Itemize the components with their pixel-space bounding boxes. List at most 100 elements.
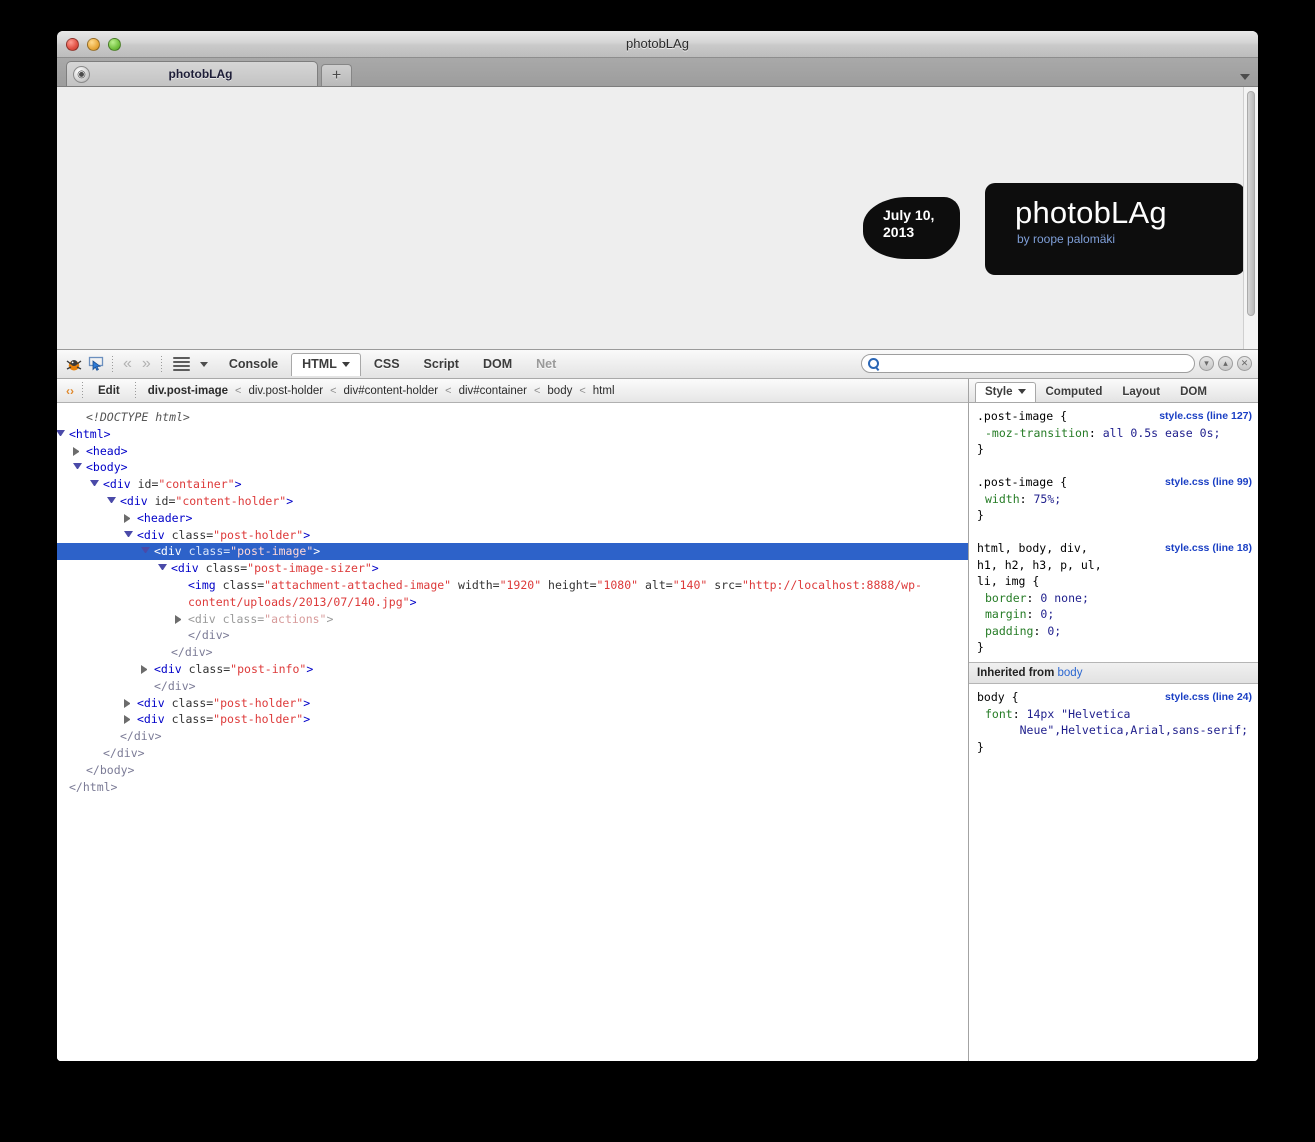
tab-script[interactable]: Script [413, 353, 470, 375]
dom-node-text: id= [154, 493, 176, 508]
search-input[interactable] [883, 356, 1188, 371]
css-declaration[interactable]: width: 75%; [977, 491, 1252, 508]
expand-triangle-closed-icon[interactable] [175, 614, 184, 624]
tab-net[interactable]: Net [525, 353, 567, 375]
expand-triangle-open-icon[interactable] [158, 564, 167, 573]
expand-triangle-closed-icon[interactable] [141, 664, 150, 674]
dom-node[interactable]: </div> [57, 627, 968, 644]
css-declaration[interactable]: border: 0 none; [977, 590, 1252, 607]
page-scrollbar-thumb[interactable] [1247, 91, 1255, 316]
find-next-icon[interactable]: ▾ [1199, 356, 1214, 371]
new-tab-button[interactable]: + [321, 64, 352, 86]
expand-triangle-open-icon[interactable] [73, 463, 82, 472]
css-declaration[interactable]: font: 14px "Helvetica Neue",Helvetica,Ar… [977, 706, 1252, 739]
dom-node[interactable]: <div class="post-holder"> [57, 711, 968, 728]
dom-node[interactable]: <div class="actions"> [57, 611, 968, 628]
dom-node[interactable]: </body> [57, 762, 968, 779]
css-source-link[interactable]: style.css (line 18) [1165, 540, 1252, 557]
breadcrumb-item-3[interactable]: div#container [452, 385, 534, 397]
dom-node[interactable]: <div id="content-holder"> [57, 493, 968, 510]
edit-button[interactable]: Edit [88, 385, 130, 397]
breadcrumb-item-0[interactable]: div.post-image [141, 385, 235, 397]
css-source-link[interactable]: style.css (line 24) [1165, 689, 1252, 706]
dom-node-text: </body> [86, 762, 135, 777]
globe-icon: ◉ [73, 65, 90, 83]
dom-node[interactable]: <div class="post-image-sizer"> [57, 560, 968, 577]
dom-node-text: <html> [69, 426, 111, 441]
code-brackets-icon[interactable]: ‹› [63, 384, 77, 398]
find-previous-icon[interactable]: ▴ [1218, 356, 1233, 371]
breadcrumb-item-2[interactable]: div#content-holder [337, 385, 446, 397]
dom-node[interactable]: <head> [57, 443, 968, 460]
dom-node-text: </div> [188, 628, 230, 643]
css-declaration[interactable]: margin: 0; [977, 606, 1252, 623]
page-scrollbar[interactable] [1243, 87, 1258, 349]
dom-node[interactable]: <img class="attachment-attached-image" w… [57, 577, 968, 611]
tab-css[interactable]: CSS [363, 353, 411, 375]
dom-node[interactable]: <div class="post-info"> [57, 661, 968, 678]
expand-triangle-closed-icon[interactable] [124, 698, 133, 708]
inherited-from-source[interactable]: body [1058, 667, 1083, 679]
dom-node[interactable]: <header> [57, 510, 968, 527]
tab-computed[interactable]: Computed [1036, 382, 1113, 402]
expand-triangle-closed-icon[interactable] [73, 446, 82, 456]
dom-node[interactable]: </html> [57, 779, 968, 796]
firebug-bug-icon[interactable] [63, 354, 85, 375]
clear-search-icon[interactable]: ✕ [1237, 356, 1252, 371]
css-declaration[interactable]: padding: 0; [977, 623, 1252, 640]
chevron-down-icon[interactable] [1240, 74, 1250, 80]
inspect-element-icon[interactable] [85, 354, 107, 375]
dom-node[interactable]: </div> [57, 728, 968, 745]
expand-triangle-open-icon[interactable] [57, 429, 65, 439]
expand-triangle-open-icon[interactable] [141, 547, 150, 556]
search-field[interactable] [861, 354, 1195, 373]
back-arrow-icon[interactable]: « [118, 356, 137, 372]
tab-dom-side[interactable]: DOM [1170, 382, 1217, 402]
dom-node[interactable]: <div id="container"> [57, 476, 968, 493]
css-declaration[interactable]: -moz-transition: all 0.5s ease 0s; [977, 425, 1252, 442]
css-rule-close-brace: } [977, 508, 984, 522]
dom-node[interactable]: </div> [57, 678, 968, 695]
css-rules-list[interactable]: .post-image {style.css (line 127) -moz-tr… [969, 403, 1258, 1061]
dom-node[interactable]: <div class="post-image"> [57, 543, 968, 561]
css-rule[interactable]: html, body, div, h1, h2, h3, p, ul, li, … [969, 540, 1258, 656]
firebug-body: ‹› Edit div.post-image < div.post-holder < d… [57, 379, 1258, 1061]
panel-menu-icon[interactable] [167, 357, 196, 371]
tab-style[interactable]: Style [975, 382, 1036, 402]
css-source-link[interactable]: style.css (line 127) [1159, 408, 1252, 425]
breadcrumb-item-4[interactable]: body [540, 385, 579, 397]
expand-triangle-open-icon[interactable] [107, 496, 116, 506]
options-caret-icon[interactable] [199, 361, 208, 367]
css-rule[interactable]: body {style.css (line 24) font: 14px "Hel… [969, 689, 1258, 755]
dom-tree[interactable]: <!DOCTYPE html> <html> <head> <body> <div id… [57, 403, 968, 1061]
style-side-panel: Style Computed Layout DOM .post-image {s… [969, 379, 1258, 1061]
expand-triangle-open-icon[interactable] [124, 530, 133, 540]
dom-node-text: id= [137, 477, 159, 492]
tab-dom[interactable]: DOM [472, 353, 523, 375]
desktop-background: photobLAg ◉ photobLAg + July 10, 2013 ph… [0, 0, 1315, 1142]
browser-tab[interactable]: ◉ photobLAg [66, 61, 318, 86]
dom-node[interactable]: </div> [57, 745, 968, 762]
css-rule[interactable]: .post-image {style.css (line 127) -moz-tr… [969, 408, 1258, 458]
dom-node[interactable]: <!DOCTYPE html> [57, 409, 968, 426]
css-rule[interactable]: .post-image {style.css (line 99) width: 7… [969, 474, 1258, 524]
expand-triangle-open-icon[interactable] [90, 480, 99, 489]
site-logo[interactable]: photobLAg by roope palomäki [985, 183, 1245, 275]
breadcrumb-item-1[interactable]: div.post-holder [241, 385, 330, 397]
dom-node-text: > [303, 712, 311, 727]
tab-html[interactable]: HTML [291, 352, 361, 376]
dom-node[interactable]: <body> [57, 459, 968, 476]
breadcrumb-item-5[interactable]: html [586, 385, 622, 397]
dom-node[interactable]: <div class="post-holder"> [57, 527, 968, 544]
forward-arrow-icon[interactable]: » [137, 356, 156, 372]
expand-triangle-closed-icon[interactable] [124, 513, 133, 523]
firebug-toolbar: « » Console HTML CSS Script DOM Net ▾ ▴ … [57, 350, 1258, 379]
css-source-link[interactable]: style.css (line 99) [1165, 474, 1252, 491]
dom-node[interactable]: <div class="post-holder"> [57, 695, 968, 712]
tab-console[interactable]: Console [218, 353, 289, 375]
tab-layout[interactable]: Layout [1112, 382, 1170, 402]
expand-triangle-closed-icon[interactable] [124, 715, 133, 725]
dom-node[interactable]: <html> [57, 426, 968, 443]
dom-node-text: "post-image" [230, 544, 314, 559]
dom-node[interactable]: </div> [57, 644, 968, 661]
